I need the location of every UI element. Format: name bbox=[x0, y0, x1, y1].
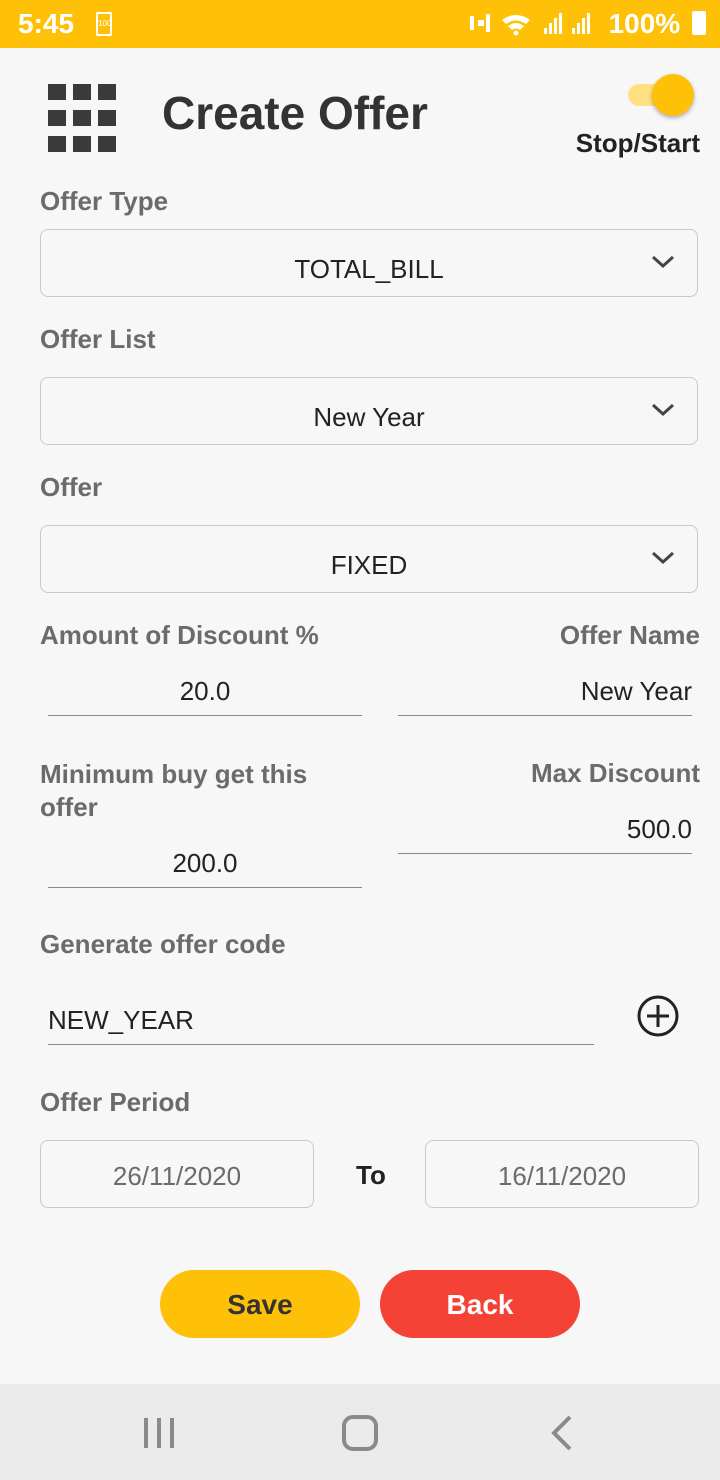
toggle-label: Stop/Start bbox=[575, 128, 700, 158]
system-nav-bar bbox=[0, 1384, 720, 1480]
battery-status: 100% bbox=[609, 8, 706, 40]
home-icon[interactable] bbox=[341, 1414, 379, 1452]
offer-list-select[interactable]: New Year bbox=[40, 377, 698, 445]
add-code-icon[interactable] bbox=[636, 994, 680, 1038]
signal-icons bbox=[470, 13, 590, 36]
back-nav-icon[interactable] bbox=[548, 1414, 576, 1452]
offer-type-value: TOTAL_BILL bbox=[294, 254, 444, 284]
min-buy-label: Minimum buy get this offer bbox=[40, 758, 307, 824]
battery-saver-icon: 100 bbox=[96, 12, 112, 36]
chevron-down-icon bbox=[651, 255, 675, 269]
status-bar: 5:45 100 100% bbox=[0, 0, 720, 48]
battery-percent: 100% bbox=[608, 8, 681, 39]
page-title: Create Offer bbox=[162, 87, 428, 139]
offer-select[interactable]: FIXED bbox=[40, 525, 698, 593]
back-button[interactable]: Back bbox=[380, 1270, 580, 1338]
offer-label: Offer bbox=[40, 472, 103, 502]
from-date-input[interactable]: 26/11/2020 bbox=[40, 1140, 314, 1208]
chevron-down-icon bbox=[651, 551, 675, 565]
offer-list-label: Offer List bbox=[40, 324, 156, 354]
toggle-thumb[interactable] bbox=[652, 74, 694, 116]
max-discount-input[interactable]: 500.0 bbox=[398, 814, 692, 854]
status-time: 5:45 bbox=[18, 8, 75, 39]
recent-apps-icon[interactable] bbox=[140, 1416, 178, 1450]
battery-icon bbox=[692, 11, 706, 35]
to-date-input[interactable]: 16/11/2020 bbox=[425, 1140, 699, 1208]
min-buy-label-line2: offer bbox=[40, 792, 98, 822]
offer-period-label: Offer Period bbox=[40, 1087, 191, 1117]
offer-name-input[interactable]: New Year bbox=[398, 676, 692, 716]
offer-name-label: Offer Name bbox=[559, 620, 700, 650]
offer-code-label: Generate offer code bbox=[40, 929, 286, 959]
chevron-down-icon bbox=[651, 403, 675, 417]
max-discount-label: Max Discount bbox=[530, 758, 700, 788]
offer-value: FIXED bbox=[330, 550, 408, 580]
offer-type-select[interactable]: TOTAL_BILL bbox=[40, 229, 698, 297]
offer-list-value: New Year bbox=[313, 402, 425, 432]
min-buy-input[interactable]: 200.0 bbox=[48, 848, 362, 888]
save-button[interactable]: Save bbox=[160, 1270, 360, 1338]
apps-grid-icon[interactable] bbox=[48, 84, 116, 152]
min-buy-label-line1: Minimum buy get this bbox=[40, 759, 308, 789]
to-label: To bbox=[356, 1160, 386, 1190]
offer-code-input[interactable]: NEW_YEAR bbox=[48, 1005, 594, 1045]
amount-discount-label: Amount of Discount % bbox=[40, 620, 319, 650]
amount-discount-input[interactable]: 20.0 bbox=[48, 676, 362, 716]
offer-type-label: Offer Type bbox=[40, 186, 169, 216]
